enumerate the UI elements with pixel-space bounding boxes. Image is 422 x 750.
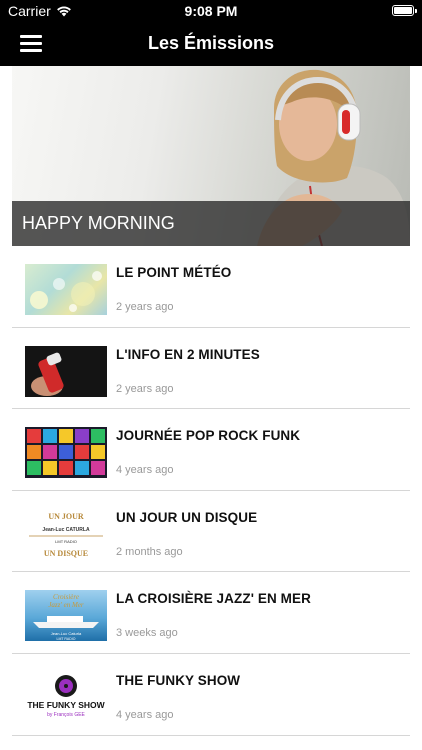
svg-text:UN DISQUE: UN DISQUE (44, 549, 88, 558)
list-item[interactable]: UN JOUR Jean-Luc CATURLA LMT RADIO UN DI… (12, 491, 410, 573)
show-date: 2 years ago (116, 301, 174, 313)
list-item[interactable]: THE FUNKY SHOW by François GEE THE FUNKY… (12, 654, 410, 736)
show-date: 4 years ago (116, 708, 174, 721)
nav-bar: Les Émissions (0, 22, 422, 66)
shows-list: LE POINT MÉTÉO 2 years ago L'INFO EN 2 M… (0, 246, 422, 736)
show-date: 2 years ago (116, 382, 174, 395)
battery-icon (392, 5, 417, 16)
show-title: LE POINT MÉTÉO (116, 265, 232, 280)
svg-text:THE FUNKY SHOW: THE FUNKY SHOW (27, 700, 105, 710)
svg-text:LMT RADIO: LMT RADIO (55, 539, 77, 544)
svg-text:Jazz' en Mer: Jazz' en Mer (48, 601, 84, 609)
svg-text:UN JOUR: UN JOUR (48, 512, 84, 521)
status-bar: Carrier 9:08 PM (0, 0, 422, 22)
svg-text:Jean-Luc CATURLA: Jean-Luc CATURLA (42, 527, 90, 533)
show-thumbnail: Croisière Jazz' en Mer Jean-Luc Caturla … (25, 590, 107, 642)
show-title: JOURNÉE POP ROCK FUNK (116, 428, 301, 444)
show-date: 4 years ago (116, 464, 174, 477)
svg-text:LMT RADIO: LMT RADIO (57, 637, 76, 641)
svg-text:Croisière: Croisière (53, 593, 79, 601)
show-date: 2 months ago (116, 545, 183, 558)
show-thumbnail (25, 345, 107, 397)
list-item[interactable]: Croisière Jazz' en Mer Jean-Luc Caturla … (12, 572, 410, 654)
show-title: LA CROISIÈRE JAZZ' EN MER (116, 591, 311, 607)
show-thumbnail: THE FUNKY SHOW by François GEE (25, 671, 107, 723)
clock: 9:08 PM (184, 3, 238, 19)
show-date: 3 weeks ago (116, 627, 178, 640)
list-item[interactable]: JOURNÉE POP ROCK FUNK 4 years ago (12, 409, 410, 491)
list-item[interactable]: L'INFO EN 2 MINUTES 2 years ago (12, 328, 410, 410)
show-thumbnail (25, 264, 107, 315)
show-title: UN JOUR UN DISQUE (116, 509, 258, 525)
list-item[interactable]: LE POINT MÉTÉO 2 years ago (12, 246, 410, 328)
banner-title: HAPPY MORNING (22, 213, 175, 233)
show-title: L'INFO EN 2 MINUTES (116, 346, 260, 362)
page-title: Les Émissions (147, 33, 275, 53)
svg-text:Jean-Luc Caturla: Jean-Luc Caturla (51, 631, 82, 636)
show-thumbnail: UN JOUR Jean-Luc CATURLA LMT RADIO UN DI… (25, 508, 107, 560)
show-title: THE FUNKY SHOW (116, 672, 241, 688)
banner-caption: HAPPY MORNING (12, 201, 410, 246)
svg-text:by François GEE: by François GEE (47, 712, 85, 718)
featured-show-banner[interactable]: HAPPY MORNING (12, 66, 410, 246)
show-thumbnail (25, 427, 107, 479)
